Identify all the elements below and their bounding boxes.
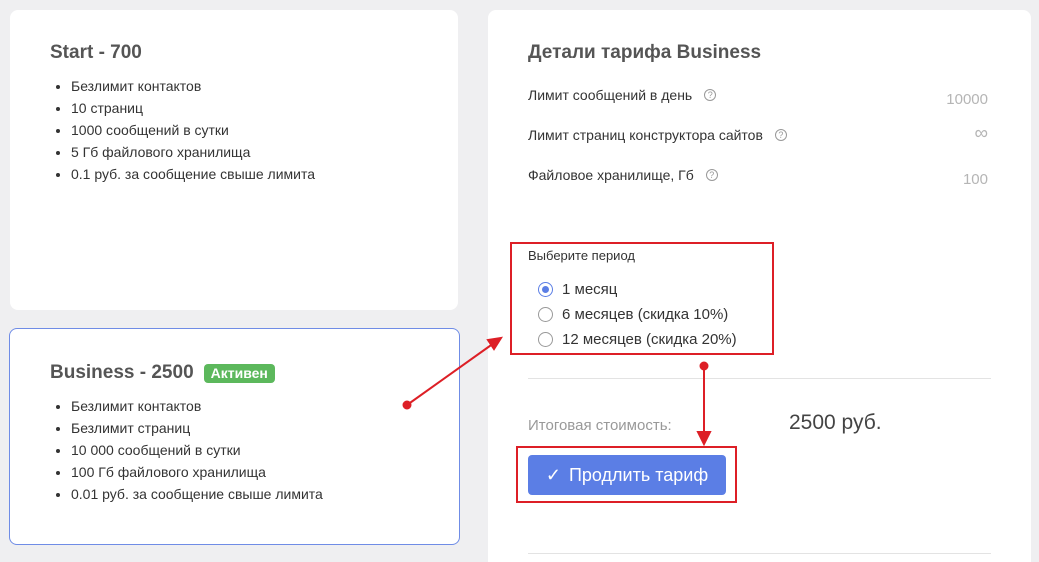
annotation-period-box	[510, 242, 774, 355]
divider	[528, 553, 991, 554]
param-label: Лимит сообщений в день	[528, 87, 693, 103]
plan-feature: Безлимит страниц	[71, 417, 323, 439]
divider	[528, 378, 991, 379]
infinity-value: ∞	[974, 123, 988, 144]
param-value: 100	[962, 171, 988, 188]
plan-title-text: Business - 2500	[50, 362, 194, 383]
details-title: Детали тарифа Business	[528, 42, 762, 63]
plan-feature: 0.01 руб. за сообщение свыше лимита	[71, 483, 323, 505]
plan-title: Start - 700	[50, 42, 142, 63]
param-value: 10000	[946, 91, 988, 108]
plan-features-list: Безлимит контактов Безлимит страниц 10 0…	[71, 395, 323, 505]
active-badge: Активен	[203, 363, 275, 383]
param-label: Лимит страниц конструктора сайтов	[528, 127, 763, 143]
param-label: Файловое хранилище, Гб	[528, 167, 694, 183]
total-label: Итоговая стоимость:	[528, 417, 672, 434]
param-pages-limit: Лимит страниц конструктора сайтов ?	[528, 127, 787, 143]
help-icon[interactable]: ?	[704, 89, 717, 101]
param-storage: Файловое хранилище, Гб ?	[528, 167, 718, 183]
plan-feature: 10 страниц	[71, 97, 315, 119]
plan-feature: 5 Гб файлового хранилища	[71, 141, 315, 163]
plan-title: Business - 2500 Активен	[50, 362, 275, 384]
plan-card-business[interactable]: Business - 2500 Активен Безлимит контакт…	[9, 328, 460, 545]
plan-feature: 10 000 сообщений в сутки	[71, 439, 323, 461]
param-messages-limit: Лимит сообщений в день ?	[528, 87, 717, 103]
help-icon[interactable]: ?	[705, 169, 718, 181]
plan-features-list: Безлимит контактов 10 страниц 1000 сообщ…	[71, 75, 315, 185]
help-icon[interactable]: ?	[774, 129, 787, 141]
plan-feature: 100 Гб файлового хранилища	[71, 461, 323, 483]
total-value: 2500 руб.	[789, 411, 882, 434]
plan-feature: 1000 сообщений в сутки	[71, 119, 315, 141]
plan-feature: Безлимит контактов	[71, 75, 315, 97]
plan-feature: 0.1 руб. за сообщение свыше лимита	[71, 163, 315, 185]
plan-card-start[interactable]: Start - 700 Безлимит контактов 10 страни…	[10, 10, 458, 310]
annotation-button-box	[516, 446, 737, 503]
plan-feature: Безлимит контактов	[71, 395, 323, 417]
